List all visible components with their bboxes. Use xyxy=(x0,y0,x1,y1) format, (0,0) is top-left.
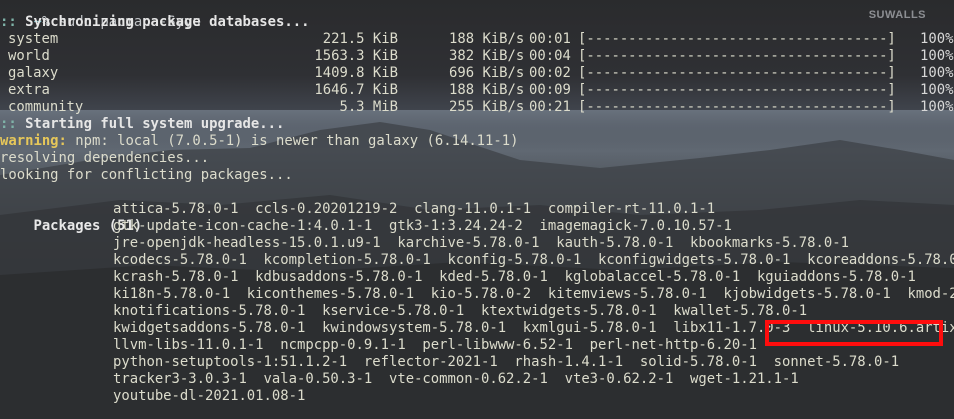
repo-row: community 5.3 MiB 255 KiB/s 00:21 [-----… xyxy=(0,99,954,116)
repo-speed: 255 KiB/s xyxy=(449,99,525,115)
repo-name: community xyxy=(8,99,84,115)
repo-speed: 188 KiB/s xyxy=(449,31,525,47)
repo-name: world xyxy=(8,48,50,64)
package-list-line: jre-openjdk-headless-15.0.1.u9-1 karchiv… xyxy=(113,235,849,251)
repo-row: extra 1646.7 KiB 188 KiB/s 00:09 [------… xyxy=(0,82,954,99)
repo-speed: 382 KiB/s xyxy=(449,48,525,64)
package-list-line: python-setuptools-1:51.1.2-1 reflector-2… xyxy=(113,354,900,370)
warning-label: warning: xyxy=(0,133,67,149)
package-list-line: youtube-dl-2021.01.08-1 xyxy=(113,388,306,404)
repo-name: system xyxy=(8,31,59,47)
upgrade-header: :: Starting full system upgrade... xyxy=(0,116,285,132)
repo-name: galaxy xyxy=(8,65,59,81)
repo-size: 5.3 MiB xyxy=(339,99,398,115)
progress-bar: [------------------------------------] xyxy=(578,65,896,81)
repo-time: 00:01 xyxy=(529,31,571,47)
package-list-line: gtk-update-icon-cache-1:4.0.1-1 gtk3-1:3… xyxy=(113,218,732,234)
repo-time: 00:02 xyxy=(529,65,571,81)
warning-line: warning: npm: local (7.0.5-1) is newer t… xyxy=(0,133,954,150)
progress-bar: [------------------------------------] xyxy=(578,82,896,98)
packages-line: Packages (51) attica-5.78.0-1 ccls-0.202… xyxy=(0,201,954,234)
repo-percent: 100% xyxy=(920,82,954,98)
package-list-line: tracker3-3.0.3-1 vala-0.50.3-1 vte-commo… xyxy=(113,371,799,387)
progress-bar: [------------------------------------] xyxy=(578,99,896,115)
package-list-line: kcodecs-5.78.0-1 kcompletion-5.78.0-1 kc… xyxy=(113,252,954,268)
repo-size: 1646.7 KiB xyxy=(314,82,398,98)
repo-percent: 100% xyxy=(920,99,954,115)
command-line: ~% sudo pacman -Syyu xyxy=(0,0,954,30)
warning-text: npm: local (7.0.5-1) is newer than galax… xyxy=(66,133,519,149)
repo-speed: 188 KiB/s xyxy=(449,82,525,98)
repo-time: 00:04 xyxy=(529,48,571,64)
highlight-box-linux-package xyxy=(765,320,943,346)
repo-time: 00:21 xyxy=(529,99,571,115)
repo-percent: 100% xyxy=(920,65,954,81)
repo-row: galaxy 1409.8 KiB 696 KiB/s 00:02 [-----… xyxy=(0,65,954,82)
repo-size: 221.5 KiB xyxy=(322,31,398,47)
sync-header: :: Synchronizing package databases... xyxy=(0,14,310,30)
repo-percent: 100% xyxy=(920,31,954,47)
repo-time: 00:09 xyxy=(529,82,571,98)
progress-bar: [------------------------------------] xyxy=(578,31,896,47)
conflicts-line: looking for conflicting packages... xyxy=(0,167,293,183)
progress-bar: [------------------------------------] xyxy=(578,48,896,64)
package-list-line: knotifications-5.78.0-1 kservice-5.78.0-… xyxy=(113,303,808,319)
repo-speed: 696 KiB/s xyxy=(449,65,525,81)
repo-size: 1409.8 KiB xyxy=(314,65,398,81)
repo-row: system 221.5 KiB 188 KiB/s 00:01 [------… xyxy=(0,31,954,48)
repo-name: extra xyxy=(8,82,50,98)
package-list-line: kcrash-5.78.0-1 kdbusaddons-5.78.0-1 kde… xyxy=(113,269,916,285)
repo-row: world 1563.3 KiB 382 KiB/s 00:04 [------… xyxy=(0,48,954,65)
package-list-line: ki18n-5.78.0-1 kiconthemes-5.78.0-1 kio-… xyxy=(113,286,954,302)
resolving-line: resolving dependencies... xyxy=(0,150,210,166)
repo-size: 1563.3 KiB xyxy=(314,48,398,64)
package-list-line: attica-5.78.0-1 ccls-0.20201219-2 clang-… xyxy=(113,201,716,217)
repo-percent: 100% xyxy=(920,48,954,64)
